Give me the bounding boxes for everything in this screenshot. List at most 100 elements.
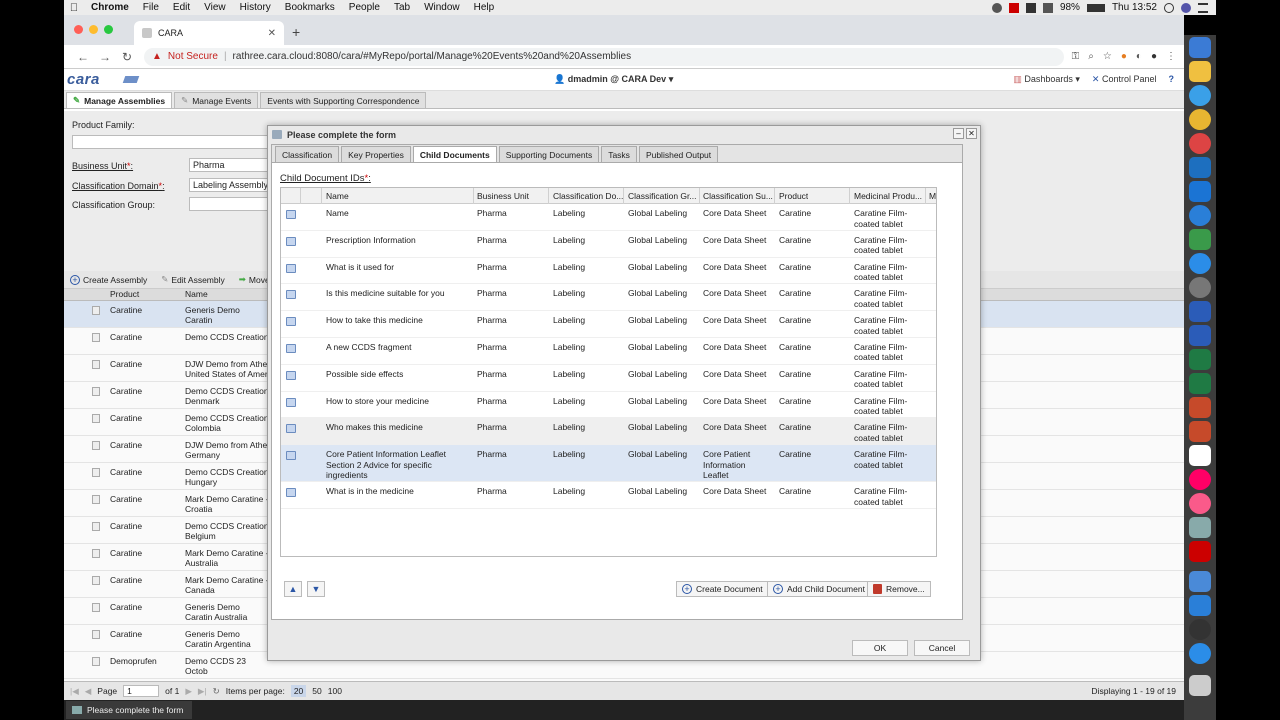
excel-icon[interactable] bbox=[1189, 349, 1211, 370]
column-classification-group[interactable]: Classification Gr... bbox=[628, 191, 698, 201]
tab-tasks[interactable]: Tasks bbox=[601, 146, 637, 162]
slack-icon[interactable] bbox=[1189, 445, 1211, 466]
next-page-icon[interactable]: ▶ bbox=[185, 686, 192, 697]
table-row[interactable]: How to store your medicine Pharma Labeling… bbox=[281, 392, 936, 419]
prev-page-icon[interactable]: ◀ bbox=[85, 686, 92, 697]
clock[interactable]: Thu 13:52 bbox=[1112, 2, 1157, 13]
bbedit-icon[interactable] bbox=[1189, 595, 1211, 616]
reload-icon[interactable]: ↻ bbox=[116, 50, 138, 64]
menu-help[interactable]: Help bbox=[467, 2, 502, 13]
pause-icon[interactable] bbox=[1008, 2, 1019, 13]
move-down-button[interactable]: ▼ bbox=[307, 581, 325, 597]
powerpoint-icon[interactable] bbox=[1189, 397, 1211, 418]
chrome-icon[interactable] bbox=[1189, 109, 1211, 130]
word2-icon[interactable] bbox=[1189, 325, 1211, 346]
tab-manage-events[interactable]: ✎ Manage Events bbox=[174, 92, 259, 108]
table-row[interactable]: Possible side effects Pharma Labeling Globa… bbox=[281, 365, 936, 392]
close-window-icon[interactable] bbox=[74, 25, 83, 34]
key-icon[interactable]: ⚿ bbox=[1072, 51, 1080, 62]
chrome-menu-icon[interactable]: ⋮ bbox=[1166, 51, 1176, 62]
notes-icon[interactable] bbox=[1189, 61, 1211, 82]
cancel-button[interactable]: Cancel bbox=[914, 640, 970, 656]
user-menu[interactable]: 👤 dmadmin @ CARA Dev ▾ bbox=[554, 74, 673, 85]
zoom-window-icon[interactable] bbox=[104, 25, 113, 34]
apple-icon[interactable]:  bbox=[64, 2, 84, 14]
page-size-20[interactable]: 20 bbox=[290, 685, 307, 697]
menu-file[interactable]: File bbox=[136, 2, 166, 13]
column-classification-subgroup[interactable]: Classification Su... bbox=[703, 191, 773, 201]
finder-icon[interactable] bbox=[1189, 37, 1211, 58]
tab-supporting-documents[interactable]: Supporting Documents bbox=[498, 146, 600, 162]
last-page-icon[interactable]: ▶| bbox=[198, 686, 207, 697]
close-tab-icon[interactable]: ✕ bbox=[268, 28, 276, 39]
create-document-button[interactable]: + Create Document bbox=[676, 581, 769, 597]
record-icon[interactable] bbox=[991, 2, 1002, 13]
column-product[interactable]: Product bbox=[779, 191, 808, 201]
help-icon[interactable]: ? bbox=[1169, 74, 1175, 85]
table-row[interactable]: What is in the medicine Pharma Labeling Glo… bbox=[281, 482, 936, 509]
tab-child-documents[interactable]: Child Documents bbox=[412, 146, 497, 162]
menu-window[interactable]: Window bbox=[417, 2, 467, 13]
trash-icon[interactable] bbox=[1189, 675, 1211, 696]
new-tab-icon[interactable]: + bbox=[292, 24, 300, 40]
appstore2-icon[interactable] bbox=[1189, 643, 1211, 664]
browser-tab[interactable]: CARA ✕ bbox=[134, 21, 284, 45]
forward-icon[interactable]: → bbox=[94, 50, 116, 64]
appstore-icon[interactable] bbox=[1189, 253, 1211, 274]
move-button[interactable]: ➡ Move bbox=[239, 274, 270, 285]
music-icon[interactable] bbox=[1189, 493, 1211, 514]
bluetooth-icon[interactable] bbox=[1025, 2, 1036, 13]
page-size-50[interactable]: 50 bbox=[312, 686, 321, 696]
menu-tab[interactable]: Tab bbox=[387, 2, 417, 13]
table-row[interactable]: Core Patient Information Leaflet Section… bbox=[281, 445, 936, 483]
dashboards-menu[interactable]: ▥ Dashboards ▾ bbox=[1013, 74, 1080, 85]
zoom-icon[interactable]: ⌕ bbox=[1088, 51, 1094, 62]
extension2-icon[interactable]: ◐ bbox=[1136, 51, 1142, 62]
menu-history[interactable]: History bbox=[233, 2, 278, 13]
table-row[interactable]: Name Pharma Labeling Global Labeling Core Da… bbox=[281, 204, 936, 231]
word-icon[interactable] bbox=[1189, 301, 1211, 322]
page-input[interactable]: 1 bbox=[123, 685, 160, 697]
column-classification-domain[interactable]: Classification Do... bbox=[553, 191, 623, 201]
minimize-window-icon[interactable] bbox=[89, 25, 98, 34]
table-row[interactable]: Prescription Information Pharma Labeling Gl… bbox=[281, 231, 936, 258]
refresh-icon[interactable]: ↻ bbox=[213, 686, 220, 697]
menu-view[interactable]: View bbox=[197, 2, 233, 13]
excel2-icon[interactable] bbox=[1189, 373, 1211, 394]
monday-icon[interactable] bbox=[1189, 469, 1211, 490]
table-row[interactable]: How to take this medicine Pharma Labeling G… bbox=[281, 311, 936, 338]
sheets-icon[interactable] bbox=[1189, 229, 1211, 250]
filezilla-icon[interactable] bbox=[1189, 541, 1211, 562]
bookmark-star-icon[interactable]: ☆ bbox=[1103, 51, 1112, 62]
outlook2-icon[interactable] bbox=[1189, 181, 1211, 202]
table-row[interactable]: A new CCDS fragment Pharma Labeling Global … bbox=[281, 338, 936, 365]
add-child-document-button[interactable]: + Add Child Document bbox=[767, 581, 871, 597]
column-medicinal-product[interactable]: Medicinal Produ... bbox=[854, 191, 924, 201]
settings-icon[interactable] bbox=[1189, 277, 1211, 298]
edit-assembly-button[interactable]: ✎ Edit Assembly bbox=[161, 274, 225, 285]
edge-icon[interactable] bbox=[1189, 205, 1211, 226]
table-row[interactable]: Who makes this medicine Pharma Labeling Glo… bbox=[281, 418, 936, 446]
back-icon[interactable]: ← bbox=[72, 50, 94, 64]
business-unit-select[interactable]: Pharma bbox=[189, 158, 269, 172]
siri-icon[interactable] bbox=[1181, 2, 1191, 13]
quicktime-icon[interactable] bbox=[1189, 619, 1211, 640]
table-row[interactable]: Is this medicine suitable for you Pharma L… bbox=[281, 284, 936, 312]
omnibox[interactable]: ▲ Not Secure | rathree.cara.cloud:8080/c… bbox=[144, 47, 1064, 66]
outlook-icon[interactable] bbox=[1189, 157, 1211, 178]
first-page-icon[interactable]: |◀ bbox=[70, 686, 79, 697]
wifi-icon[interactable] bbox=[1042, 2, 1053, 13]
battery-icon[interactable] bbox=[1086, 3, 1105, 12]
powerpoint2-icon[interactable] bbox=[1189, 421, 1211, 442]
taskbar-form-item[interactable]: Please complete the form bbox=[66, 701, 192, 719]
create-assembly-button[interactable]: + Create Assembly bbox=[70, 274, 147, 285]
tab-classification[interactable]: Classification bbox=[275, 146, 340, 162]
column-business-unit[interactable]: Business Unit bbox=[477, 191, 547, 201]
column-product[interactable]: Product bbox=[110, 289, 139, 299]
spotlight-icon[interactable] bbox=[1164, 2, 1174, 13]
menu-people[interactable]: People bbox=[342, 2, 387, 13]
menu-edit[interactable]: Edit bbox=[166, 2, 197, 13]
extension-icon[interactable]: ● bbox=[1121, 51, 1127, 62]
notification-center-icon[interactable] bbox=[1198, 2, 1208, 13]
tab-published-output[interactable]: Published Output bbox=[638, 146, 719, 162]
